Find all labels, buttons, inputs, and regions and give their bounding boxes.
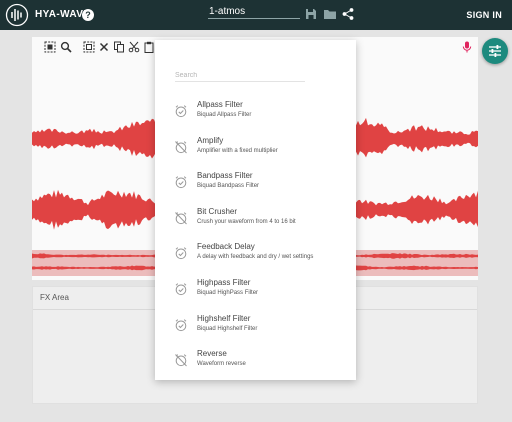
alarm-off-icon	[175, 212, 187, 225]
select-region-icon[interactable]	[44, 41, 56, 53]
effect-name: Reverse	[197, 349, 227, 358]
effect-item[interactable]: Amplify Amplifier with a fixed multiplier	[155, 136, 356, 170]
select-all-icon[interactable]	[83, 41, 95, 53]
effect-description: Biquad HighPass Filter	[197, 290, 259, 296]
sign-in-button[interactable]: SIGN IN	[466, 10, 502, 20]
effect-description: Crush your waveform from 4 to 16 bit	[197, 219, 296, 225]
help-icon[interactable]: ?	[82, 9, 94, 21]
effects-menu: Allpass Filter Biquad Allpass Filter Ampli…	[155, 40, 356, 380]
effect-name: Highshelf Filter	[197, 314, 251, 323]
effect-description: Amplifier with a fixed multiplier	[197, 148, 278, 154]
effect-name: Highpass Filter	[197, 278, 251, 287]
alarm-off-icon	[175, 141, 187, 154]
effect-name: Feedback Delay	[197, 242, 255, 251]
effect-description: Biquad Bandpass Filter	[197, 183, 260, 189]
share-icon[interactable]	[341, 7, 355, 21]
effects-fab-button[interactable]	[482, 38, 508, 64]
effect-name: Bandpass Filter	[197, 171, 253, 180]
effect-item[interactable]: Reverse Waveform reverse	[155, 349, 356, 383]
effect-description: Waveform reverse	[197, 361, 246, 367]
effect-item[interactable]: Bandpass Filter Biquad Bandpass Filter	[155, 171, 356, 205]
zoom-icon[interactable]	[60, 41, 72, 53]
editor-toolbar	[42, 40, 160, 55]
effect-name: Bit Crusher	[197, 207, 238, 216]
alarm-check-icon	[175, 319, 187, 332]
effect-name: Allpass Filter	[197, 100, 243, 109]
close-icon[interactable]	[98, 41, 110, 53]
microphone-icon[interactable]	[462, 41, 472, 53]
tune-icon	[489, 45, 501, 57]
effect-item[interactable]: Allpass Filter Biquad Allpass Filter	[155, 100, 356, 134]
alarm-off-icon	[175, 354, 187, 367]
fx-area-title: FX Area	[40, 293, 69, 302]
effects-search-input[interactable]	[175, 70, 305, 82]
project-name-input[interactable]	[208, 5, 300, 19]
copy-icon[interactable]	[113, 41, 125, 53]
cut-icon[interactable]	[128, 41, 140, 53]
alarm-check-icon	[175, 176, 187, 189]
effect-description: Biquad Allpass Filter	[197, 112, 252, 118]
alarm-check-icon	[175, 247, 187, 260]
effect-name: Amplify	[197, 136, 224, 145]
effect-item[interactable]: Highshelf Filter Biquad Highshelf Filter	[155, 314, 356, 348]
effect-description: Biquad Highshelf Filter	[197, 326, 258, 332]
app-bar: HYA-WAVE ? SIGN IN	[0, 0, 512, 30]
folder-icon[interactable]	[323, 7, 337, 21]
app-logo-icon	[5, 3, 29, 27]
effect-item[interactable]: Highpass Filter Biquad HighPass Filter	[155, 278, 356, 312]
effect-item[interactable]: Feedback Delay A delay with feedback and …	[155, 242, 356, 276]
alarm-check-icon	[175, 105, 187, 118]
save-icon[interactable]	[304, 7, 318, 21]
alarm-check-icon	[175, 283, 187, 296]
effect-description: A delay with feedback and dry / wet sett…	[197, 254, 314, 260]
effect-item[interactable]: Bit Crusher Crush your waveform from 4 to…	[155, 207, 356, 241]
paste-icon[interactable]	[143, 41, 155, 53]
